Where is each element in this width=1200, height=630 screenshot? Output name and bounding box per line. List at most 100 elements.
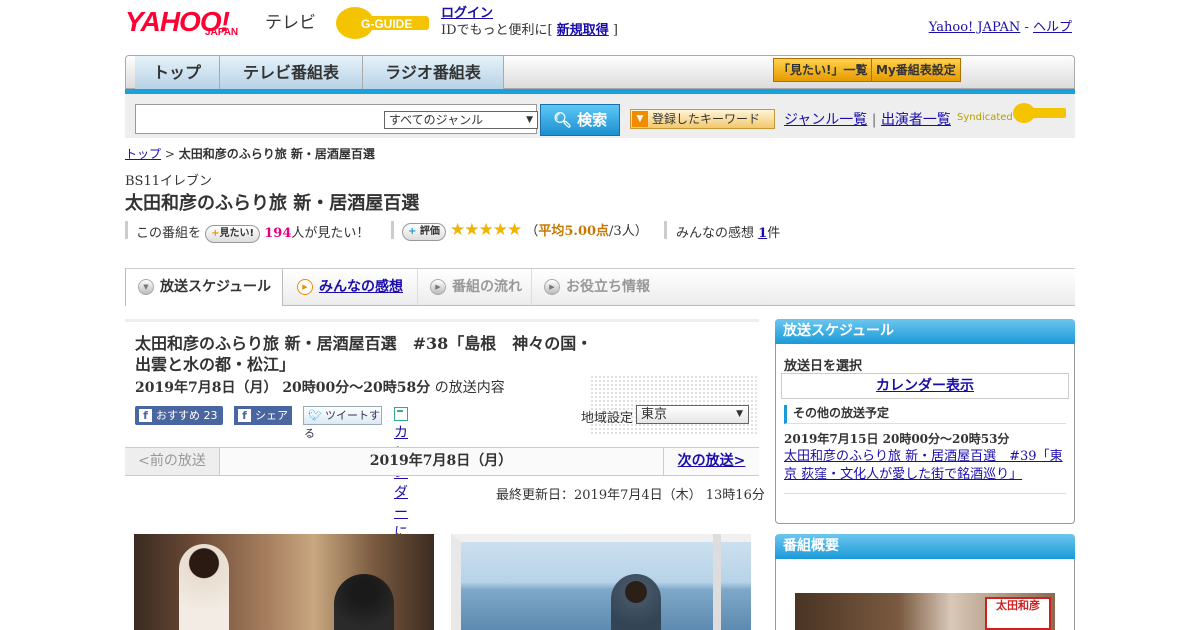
- genre-list-link[interactable]: ジャンル一覧: [784, 112, 867, 128]
- other-broadcast-link[interactable]: 太田和彦のふらり旅 新・居酒屋百選 #39「東京 荻窪・文化人が愛した街で銘酒巡…: [784, 448, 1066, 484]
- program-stats: この番組を +見たい! 194人が見たい！ + 評価 ★★★★★ （平均5.00…: [125, 220, 825, 243]
- page-title: 太田和彦のふらり旅 新・居酒屋百選: [125, 193, 420, 214]
- plus-icon: +: [408, 225, 417, 237]
- tab-impressions[interactable]: ▶ みんなの感想: [285, 269, 419, 305]
- region-select-value: 東京: [641, 407, 668, 422]
- last-updated: 最終更新日：2019年7月4日（木） 13時16分: [496, 488, 765, 503]
- gguide-logo-text: G-GUIDE: [361, 17, 412, 31]
- other-broadcasts-header: その他の放送予定: [784, 405, 1066, 424]
- tab-label: 番組の流れ: [452, 279, 522, 295]
- link-separator: -: [1020, 20, 1033, 35]
- share-label: シェア: [255, 409, 288, 422]
- impressions-label: みんなの感想: [676, 226, 755, 241]
- impressions-block: みんなの感想 1件: [676, 222, 780, 241]
- registered-keyword-button[interactable]: ▼ 登録したキーワード: [630, 109, 775, 129]
- yahoo-japan-wordmark: JAPAN: [205, 27, 239, 38]
- overview-image-title-card: 太田和彦: [985, 597, 1051, 630]
- search-button-label: 検索: [577, 111, 608, 129]
- genre-select[interactable]: すべてのジャンル ▼: [384, 111, 538, 129]
- photo-figure: [611, 574, 661, 630]
- chevron-down-icon: ▼: [138, 279, 154, 295]
- tv-logo-text[interactable]: テレビ: [265, 8, 316, 33]
- tab-broadcast-schedule[interactable]: ▼ 放送スケジュール: [125, 269, 283, 306]
- tweet-button[interactable]: 🐦︎ ツイートする: [303, 406, 382, 440]
- yahoo-japan-link[interactable]: Yahoo! JAPAN: [929, 20, 1021, 35]
- rating-open: （: [525, 224, 539, 239]
- channel-name: BS11イレブン: [125, 174, 213, 189]
- breadcrumb-top-link[interactable]: トップ: [125, 147, 161, 161]
- breadcrumb: トップ > 太田和彦のふらり旅 新・居酒屋百選: [125, 145, 375, 162]
- nav-tab-tv-schedule[interactable]: テレビ番組表: [220, 56, 363, 89]
- facebook-recommend-button[interactable]: f おすすめ 23: [135, 406, 223, 425]
- login-link[interactable]: ログイン: [441, 6, 493, 21]
- photo-figure: [334, 574, 394, 630]
- rating-pill-button[interactable]: + 評価: [402, 222, 446, 241]
- syndicated-label: Syndicated: [957, 112, 1013, 123]
- tab-label: お役立ち情報: [566, 279, 650, 295]
- region-label: 地域設定: [581, 411, 634, 426]
- star-rating: ★★★★★: [450, 220, 522, 240]
- facebook-icon: f: [238, 409, 251, 422]
- link-separator: |: [871, 112, 877, 128]
- chevron-down-icon: ▼: [736, 409, 743, 419]
- mitai-pill-label: 見たい!: [219, 227, 255, 239]
- divider: [125, 221, 128, 239]
- mitai-list-button[interactable]: 「見たい!」一覧: [773, 58, 873, 82]
- tab-useful-info[interactable]: ▶ お役立ち情報: [531, 269, 686, 305]
- prev-broadcast-button[interactable]: <前の放送: [125, 448, 220, 475]
- episode-datetime-value: 2019年7月8日（月） 20時00分～20時58分: [135, 380, 431, 396]
- impressions-count-link[interactable]: 1: [758, 226, 767, 241]
- current-broadcast-date: 2019年7月8日（月）: [369, 453, 513, 469]
- program-subtabs: ▼ 放送スケジュール ▶ みんなの感想 ▶ 番組の流れ ▶ お役立ち情報: [125, 268, 1075, 306]
- breadcrumb-separator: >: [161, 147, 179, 161]
- tab-program-flow[interactable]: ▶ 番組の流れ: [417, 269, 544, 305]
- login-prompt: IDでもっと便利に[: [441, 23, 557, 38]
- play-icon: ▶: [297, 279, 313, 295]
- login-box: ログイン IDでもっと便利に[ 新規取得 ]: [441, 5, 618, 39]
- nav-tab-top[interactable]: トップ: [135, 56, 220, 89]
- mitai-count: 194: [264, 226, 292, 241]
- cast-list-link[interactable]: 出演者一覧: [881, 112, 951, 128]
- rating-count: /3人）: [609, 224, 648, 239]
- select-date-label: 放送日を選択: [784, 359, 863, 374]
- facebook-share-button[interactable]: f シェア: [234, 406, 292, 425]
- facebook-icon: f: [139, 409, 152, 422]
- gguide-small-logo: [1013, 103, 1066, 123]
- signup-link[interactable]: 新規取得: [557, 23, 609, 38]
- search-button[interactable]: 🔍︎ 検索: [540, 104, 620, 136]
- plus-icon: +: [211, 227, 220, 239]
- mitai-suffix: 人が見たい！: [291, 226, 370, 241]
- episode-datetime: 2019年7月8日（月） 20時00分～20時58分 の放送内容: [135, 377, 505, 397]
- episode-datetime-suffix: の放送内容: [430, 380, 505, 396]
- divider: [784, 493, 1066, 494]
- play-icon: ▶: [430, 279, 446, 295]
- region-select[interactable]: 東京 ▼: [636, 405, 749, 424]
- nav-tab-radio-schedule[interactable]: ラジオ番組表: [363, 56, 504, 89]
- next-broadcast-link[interactable]: 次の放送>: [663, 448, 759, 475]
- episode-title: 太田和彦のふらり旅 新・居酒屋百選 #38「島根 神々の国・出雲と水の都・松江」: [135, 334, 593, 374]
- mitai-block: この番組を +見たい! 194人が見たい！: [136, 222, 369, 243]
- episode-photo-1: [134, 534, 434, 630]
- divider: [391, 221, 394, 239]
- calendar-display-link[interactable]: カレンダー表示: [781, 373, 1069, 399]
- tab-label: 放送スケジュール: [160, 279, 272, 295]
- help-link[interactable]: ヘルプ: [1033, 20, 1072, 35]
- tab-label[interactable]: みんなの感想: [319, 279, 403, 295]
- my-schedule-button[interactable]: My番組表設定: [871, 58, 961, 82]
- registered-keyword-label: 登録したキーワード: [652, 112, 761, 126]
- calendar-icon: [394, 407, 408, 421]
- mitai-pill-button[interactable]: +見たい!: [205, 224, 261, 243]
- episode-nav: <前の放送 2019年7月8日（月） 次の放送>: [125, 447, 759, 476]
- search-icon: 🔍︎: [552, 111, 572, 129]
- other-broadcast-date: 2019年7月15日 20時00分～20時53分: [784, 432, 1010, 446]
- genre-links: ジャンル一覧 | 出演者一覧: [784, 109, 951, 129]
- rating-pill-label: 評価: [419, 225, 440, 237]
- rating-average: 平均5.00点: [538, 224, 610, 239]
- overview-sidebar-header: 番組概要: [775, 534, 1075, 559]
- recommend-label: おすすめ 23: [156, 409, 218, 422]
- top-right-links: Yahoo! JAPAN - ヘルプ: [929, 16, 1072, 35]
- breadcrumb-current: 太田和彦のふらり旅 新・居酒屋百選: [178, 147, 375, 161]
- gguide-logo[interactable]: G-GUIDE: [335, 6, 430, 40]
- play-icon: ▶: [544, 279, 560, 295]
- main-nav: トップ テレビ番組表 ラジオ番組表 「見たい!」一覧 My番組表設定: [125, 55, 1075, 89]
